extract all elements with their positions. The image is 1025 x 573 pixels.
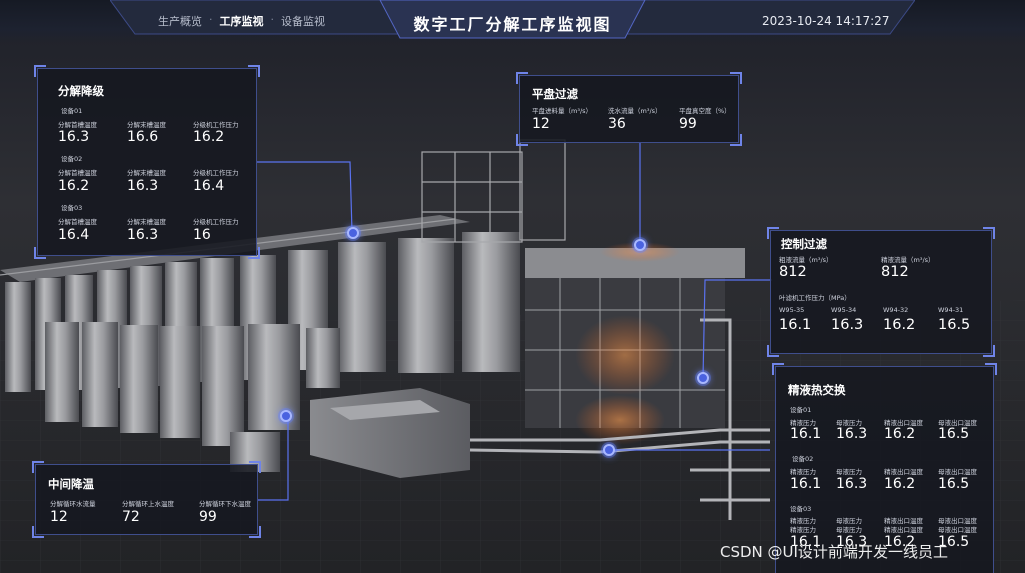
panel-corner <box>985 363 997 375</box>
metric-value: 16.6 <box>127 129 159 145</box>
metric-value: 16.3 <box>831 317 864 333</box>
panel-title: 分解降级 <box>58 84 104 98</box>
panel-corner <box>730 134 742 146</box>
metric-label: 母液压力 <box>836 468 862 476</box>
metric-label: 分级机工作压力 <box>193 218 239 226</box>
metric-value: 812 <box>779 264 807 280</box>
metric-value: 16.1 <box>790 476 822 492</box>
metric-value: 16.2 <box>884 426 916 442</box>
metric-value: 16.1 <box>790 426 822 442</box>
panel-corner <box>516 134 528 146</box>
metric-value: 16.1 <box>779 317 812 333</box>
metric-value: 16.3 <box>127 227 159 243</box>
panel-title: 精液热交换 <box>788 383 846 397</box>
metric-value: 16.5 <box>938 317 971 333</box>
panel-corner <box>32 461 44 473</box>
metric-label: 分级机工作压力 <box>193 169 239 177</box>
metric-value: 16.3 <box>127 178 159 194</box>
metric-label: 分级机工作压力 <box>193 121 239 129</box>
metric-label: 分解首槽温度 <box>58 121 97 129</box>
hotspot-decomp[interactable] <box>347 227 359 239</box>
metric-value: 16.3 <box>836 426 868 442</box>
metric-label: 精液出口温度 <box>884 526 923 534</box>
metric-label: 精液压力 <box>790 526 816 534</box>
metric-label: 母液出口温度 <box>938 526 977 534</box>
metric-label: 母液出口温度 <box>938 468 977 476</box>
panel-corner <box>32 526 44 538</box>
metric-value: 16.2 <box>883 317 916 333</box>
metric-value: 99 <box>199 509 217 525</box>
metric-label: 分解循环上水温度 <box>122 500 174 508</box>
panel-title: 中间降温 <box>48 477 94 491</box>
panel-corner <box>516 72 528 84</box>
panel-corner <box>983 345 995 357</box>
metric-label: W95-34 <box>831 306 857 314</box>
metric-label: 分解循环下水温度 <box>199 500 251 508</box>
panel-corner <box>983 227 995 239</box>
hotspot-cooling[interactable] <box>280 410 292 422</box>
panel-decomposition: 分解降级 设备01 分解首槽温度 分解末槽温度 分级机工作压力 16.3 16.… <box>34 65 260 259</box>
panel-corner <box>248 65 260 77</box>
panel-title: 控制过滤 <box>781 237 827 251</box>
metric-label: W94-32 <box>883 306 909 314</box>
metric-value: 812 <box>881 264 909 280</box>
panel-corner <box>772 363 784 375</box>
metric-label: 精液压力 <box>790 468 816 476</box>
metric-value: 16.2 <box>193 129 225 145</box>
metric-value: 16.4 <box>58 227 90 243</box>
panel-corner <box>730 72 742 84</box>
metric-label: 分解首槽温度 <box>58 169 97 177</box>
device-label: 设备03 <box>61 204 83 212</box>
metric-label: 平盘真空度（%） <box>679 107 731 115</box>
metric-value: 16.2 <box>58 178 90 194</box>
hotspot-heat-exchange[interactable] <box>603 444 615 456</box>
metric-label: 洗水流量（m³/s） <box>608 107 662 115</box>
panel-corner <box>249 526 261 538</box>
panel-corner <box>249 461 261 473</box>
metric-label: 分解末槽温度 <box>127 169 166 177</box>
device-label: 设备01 <box>790 406 812 414</box>
hotspot-flat-filter[interactable] <box>634 239 646 251</box>
panel-control-filter: 控制过滤 粗液流量（m³/s） 精液流量（m³/s） 812 812 叶滤机工作… <box>767 227 995 357</box>
panel-corner <box>767 227 779 239</box>
panel-corner <box>34 247 46 259</box>
metric-label: 粗液流量（m³/s） <box>779 256 833 264</box>
metric-value: 36 <box>608 116 626 132</box>
metric-value: 16.5 <box>938 426 970 442</box>
metric-label: 分解首槽温度 <box>58 218 97 226</box>
metric-value: 16.2 <box>884 476 916 492</box>
metric-label: W94-31 <box>938 306 964 314</box>
metric-label: 母液压力 <box>836 526 862 534</box>
metric-label: 精液流量（m³/s） <box>881 256 935 264</box>
device-label: 设备02 <box>61 155 83 163</box>
panel-corner <box>34 65 46 77</box>
device-label: 设备01 <box>61 107 83 115</box>
section-label: 叶滤机工作压力（MPa） <box>779 294 851 302</box>
metric-value: 16.5 <box>938 476 970 492</box>
panel-intermediate-cooling: 中间降温 分解循环水流量 分解循环上水温度 分解循环下水温度 12 72 99 <box>32 461 261 538</box>
metric-value: 72 <box>122 509 140 525</box>
metric-value: 16.4 <box>193 178 225 194</box>
metric-value: 16.3 <box>836 476 868 492</box>
metric-value: 16 <box>193 227 211 243</box>
panel-corner <box>767 345 779 357</box>
metric-label: 分解循环水流量 <box>50 500 96 508</box>
metric-label: 分解末槽温度 <box>127 121 166 129</box>
hotspot-control-filter[interactable] <box>697 372 709 384</box>
metric-label: 平盘进料量（m³/s） <box>532 107 593 115</box>
watermark: CSDN @UI设计前端开发一线员工 <box>720 543 948 561</box>
panel-flat-filter: 平盘过滤 平盘进料量（m³/s） 洗水流量（m³/s） 平盘真空度（%） 12 … <box>516 72 742 146</box>
device-label: 设备02 <box>792 455 814 463</box>
metric-value: 16.3 <box>58 129 90 145</box>
metric-label: 精液出口温度 <box>884 468 923 476</box>
panel-title: 平盘过滤 <box>532 87 578 101</box>
panel-corner <box>248 247 260 259</box>
metric-value: 12 <box>50 509 68 525</box>
metric-label: W95-35 <box>779 306 805 314</box>
metric-label: 分解末槽温度 <box>127 218 166 226</box>
metric-value: 99 <box>679 116 697 132</box>
device-label: 设备03 <box>790 505 812 513</box>
metric-value: 12 <box>532 116 550 132</box>
